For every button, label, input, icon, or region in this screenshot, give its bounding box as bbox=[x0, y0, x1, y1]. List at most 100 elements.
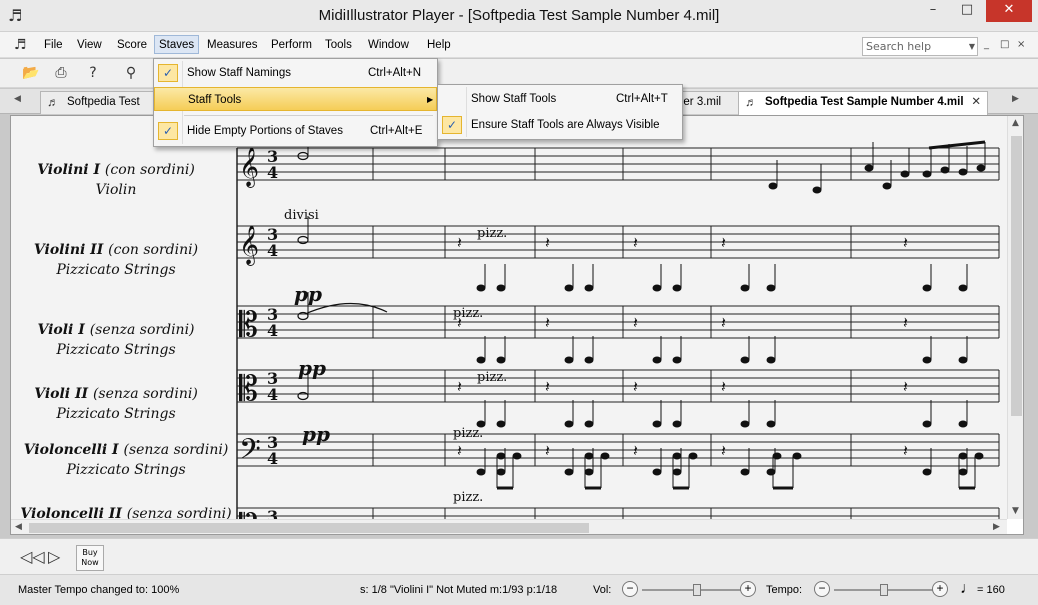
menu-separator bbox=[184, 115, 433, 116]
menu-item-hide-empty-portions[interactable]: ✓ Hide Empty Portions of Staves Ctrl+Alt… bbox=[154, 119, 437, 143]
search-help-input[interactable]: Search help ▼ bbox=[862, 37, 978, 56]
play-button[interactable]: ▷ bbox=[48, 547, 60, 566]
rest-icon: 𝄽 bbox=[545, 313, 550, 332]
note-head bbox=[922, 170, 932, 178]
mdi-minimize-button[interactable]: _ bbox=[984, 39, 989, 50]
rewind-button[interactable]: ◁◁ bbox=[20, 547, 45, 566]
instrument-sound-violini-1: Violin bbox=[95, 182, 137, 198]
note-head bbox=[864, 164, 874, 172]
volume-decrease-button[interactable]: − bbox=[622, 581, 638, 597]
buy-label: Buy bbox=[82, 548, 98, 557]
tempo-increase-button[interactable]: + bbox=[932, 581, 948, 597]
note-head bbox=[766, 356, 776, 364]
tab-label: ber 3.mil bbox=[677, 96, 722, 108]
menu-help[interactable]: Help bbox=[423, 36, 455, 55]
vertical-scroll-thumb[interactable] bbox=[1011, 136, 1022, 416]
horizontal-scroll-thumb[interactable] bbox=[29, 523, 589, 533]
clef-icon: 𝄞 bbox=[239, 147, 259, 188]
scroll-left-icon[interactable]: ◀ bbox=[15, 522, 22, 532]
note-head bbox=[740, 284, 750, 292]
open-folder-icon[interactable]: 📂 bbox=[20, 63, 42, 83]
divisi-mark: divisi bbox=[284, 208, 319, 223]
menu-item-staff-tools[interactable]: Staff Tools ▶ bbox=[154, 87, 437, 111]
note-head bbox=[958, 168, 968, 176]
instrument-sound-violi-1: Pizzicato Strings bbox=[56, 342, 176, 358]
title-bar: ♬ MidiIllustrator Player - [Softpedia Te… bbox=[0, 0, 1038, 32]
tab-scroll-left-icon[interactable]: ◀ bbox=[14, 94, 21, 104]
rest-icon: 𝄽 bbox=[721, 441, 726, 460]
scroll-right-icon[interactable]: ▶ bbox=[993, 522, 1000, 532]
menu-item-show-staff-tools[interactable]: Show Staff Tools Ctrl+Alt+T bbox=[438, 87, 682, 111]
note-head bbox=[688, 452, 698, 460]
note-head bbox=[496, 284, 506, 292]
score-view[interactable]: 𝄞34𝄞34𝄡34𝄡34𝄢34𝄡34𝄽𝄽𝄽𝄽𝄽𝄽𝄽𝄽𝄽𝄽𝄽𝄽𝄽𝄽𝄽𝄽𝄽𝄽𝄽𝄽 V… bbox=[10, 115, 1024, 535]
tab-label: Softpedia Test bbox=[67, 96, 140, 108]
dynamic-pp: pp bbox=[294, 282, 322, 306]
note-head bbox=[768, 182, 778, 190]
tab-sample-4[interactable]: ♬ Softpedia Test Sample Number 4.mil ✕ bbox=[738, 91, 988, 115]
tempo-decrease-button[interactable]: − bbox=[814, 581, 830, 597]
now-label: Now bbox=[81, 558, 99, 567]
menu-staves[interactable]: Staves bbox=[154, 35, 200, 54]
rest-icon: 𝄽 bbox=[903, 233, 908, 252]
vertical-scrollbar[interactable]: ▲ ▼ bbox=[1007, 116, 1023, 519]
note-head bbox=[672, 356, 682, 364]
note-head bbox=[900, 170, 910, 178]
horizontal-scrollbar[interactable]: ◀ ▶ bbox=[11, 519, 1007, 534]
menu-file[interactable]: File bbox=[40, 36, 67, 55]
scroll-up-icon[interactable]: ▲ bbox=[1012, 118, 1019, 128]
zoom-icon[interactable]: ⚲ bbox=[120, 63, 142, 83]
print-icon[interactable]: ⎙ bbox=[50, 63, 72, 83]
maximize-button[interactable]: □ bbox=[952, 0, 982, 22]
menu-perform[interactable]: Perform bbox=[267, 36, 316, 55]
note-head bbox=[958, 452, 968, 460]
staff-tools-submenu: Show Staff Tools Ctrl+Alt+T ✓ Ensure Sta… bbox=[437, 84, 683, 140]
submenu-arrow-icon: ▶ bbox=[427, 95, 434, 104]
menu-view[interactable]: View bbox=[73, 36, 106, 55]
status-bar: Master Tempo changed to: 100% s: 1/8 "Vi… bbox=[0, 574, 1038, 605]
scroll-down-icon[interactable]: ▼ bbox=[1012, 506, 1019, 516]
volume-slider[interactable] bbox=[642, 589, 742, 591]
menu-window[interactable]: Window bbox=[364, 36, 413, 55]
score-canvas: 𝄞34𝄞34𝄡34𝄡34𝄢34𝄡34𝄽𝄽𝄽𝄽𝄽𝄽𝄽𝄽𝄽𝄽𝄽𝄽𝄽𝄽𝄽𝄽𝄽𝄽𝄽𝄽 V… bbox=[11, 116, 1007, 534]
close-tab-icon[interactable]: ✕ bbox=[971, 92, 981, 113]
menu-score[interactable]: Score bbox=[113, 36, 151, 55]
minimize-button[interactable]: – bbox=[918, 0, 948, 22]
tab-scroll-right-icon[interactable]: ▶ bbox=[1012, 94, 1019, 104]
note-beam bbox=[928, 140, 986, 150]
note-head bbox=[584, 468, 594, 476]
note-head bbox=[740, 468, 750, 476]
tempo-label: Tempo: bbox=[766, 584, 803, 596]
mdi-close-button[interactable]: × bbox=[1017, 39, 1025, 50]
buy-now-button[interactable]: Buy Now bbox=[76, 545, 104, 571]
note-head bbox=[584, 284, 594, 292]
close-button[interactable]: ✕ bbox=[986, 0, 1032, 22]
menu-tools[interactable]: Tools bbox=[321, 36, 356, 55]
note-head bbox=[922, 356, 932, 364]
note-head bbox=[958, 356, 968, 364]
note-head bbox=[672, 468, 682, 476]
rest-icon: 𝄽 bbox=[903, 377, 908, 396]
volume-increase-button[interactable]: + bbox=[740, 581, 756, 597]
note-head bbox=[584, 452, 594, 460]
rest-icon: 𝄽 bbox=[903, 313, 908, 332]
tempo-slider-thumb[interactable] bbox=[880, 584, 888, 596]
menu-item-ensure-staff-tools-visible[interactable]: ✓ Ensure Staff Tools are Always Visible bbox=[438, 113, 682, 137]
volume-label: Vol: bbox=[593, 584, 612, 596]
note-head bbox=[672, 284, 682, 292]
note-head bbox=[740, 356, 750, 364]
rest-icon: 𝄽 bbox=[721, 233, 726, 252]
menu-item-show-staff-namings[interactable]: ✓ Show Staff Namings Ctrl+Alt+N bbox=[154, 61, 437, 85]
note-head bbox=[792, 452, 802, 460]
chevron-down-icon[interactable]: ▼ bbox=[969, 38, 975, 55]
note-head bbox=[958, 420, 968, 428]
menu-measures[interactable]: Measures bbox=[203, 36, 262, 55]
dynamic-pp: pp bbox=[302, 422, 330, 446]
document-icon[interactable]: ♬ bbox=[14, 35, 34, 55]
mdi-restore-button[interactable]: □ bbox=[1000, 39, 1009, 50]
music-icon: ♬ bbox=[745, 95, 757, 109]
tab-softpedia-test[interactable]: ♬ Softpedia Test bbox=[40, 91, 170, 114]
help-icon[interactable]: ? bbox=[82, 63, 104, 83]
note-head bbox=[740, 420, 750, 428]
volume-slider-thumb[interactable] bbox=[693, 584, 701, 596]
